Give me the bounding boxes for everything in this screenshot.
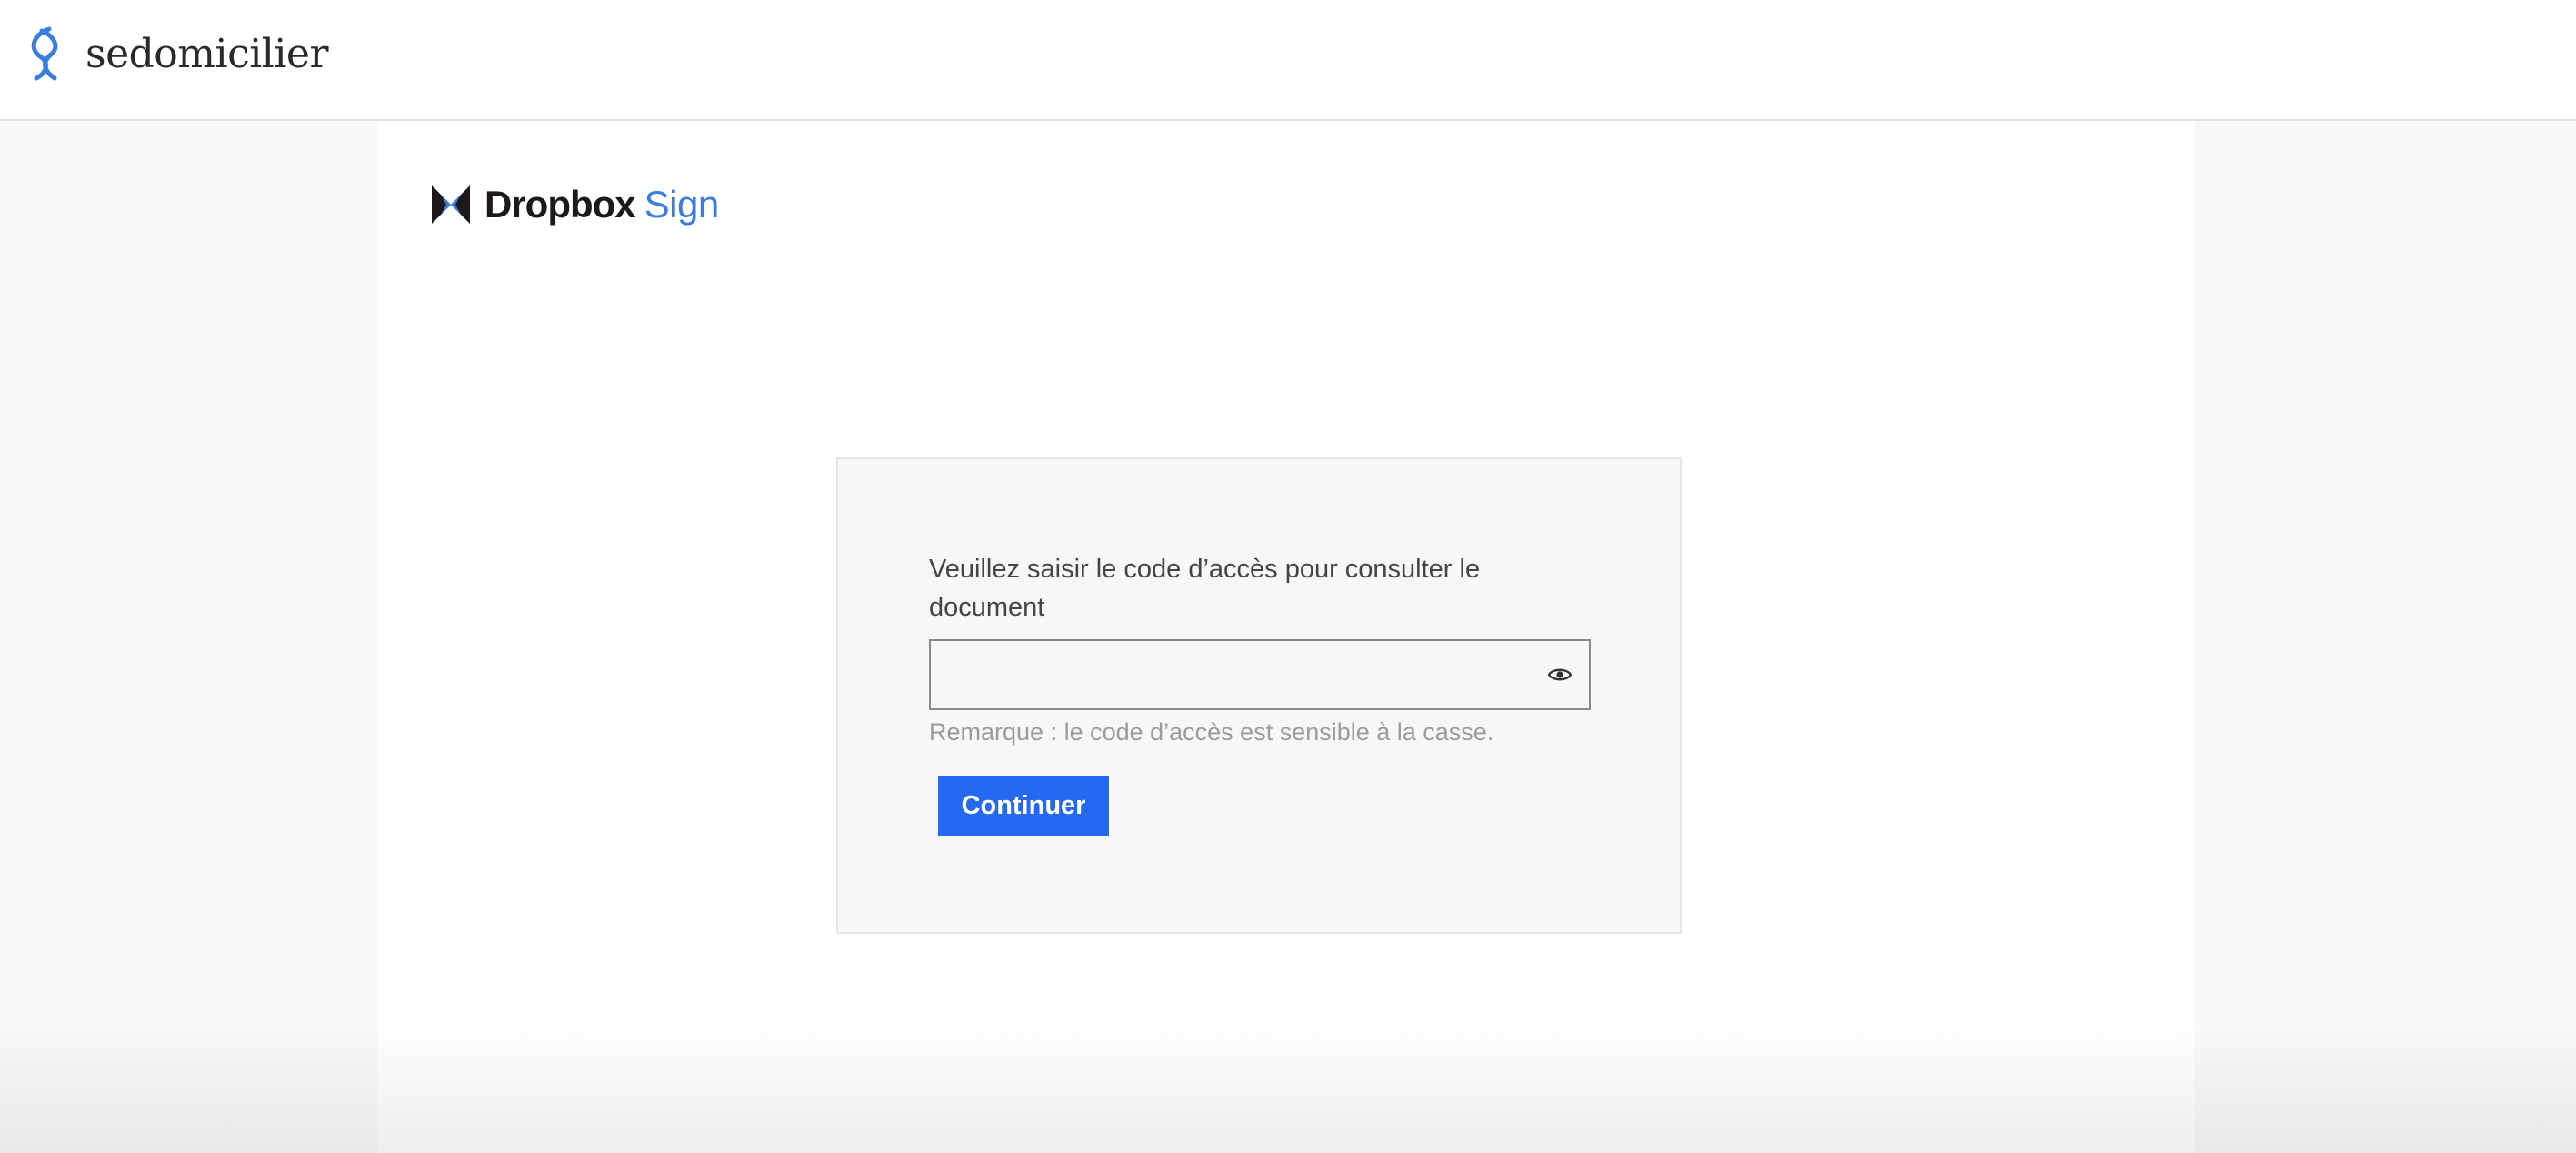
dropbox-sign-logo-icon	[432, 185, 470, 224]
panel-bottom-fade	[377, 1017, 2195, 1153]
dropbox-sign-logo: Dropbox Sign	[432, 179, 719, 230]
show-password-toggle[interactable]	[1543, 658, 1576, 691]
sedomicilier-logo-icon	[31, 26, 58, 81]
dropbox-wordmark: Dropbox	[484, 183, 636, 226]
top-bar: sedomicilier	[0, 0, 2576, 121]
content-panel: Dropbox Sign Veuillez saisir le code d’a…	[377, 121, 2195, 1153]
brand-name: sedomicilier	[85, 31, 329, 77]
access-code-field	[929, 639, 1591, 710]
access-code-input[interactable]	[931, 641, 1513, 708]
sign-wordmark: Sign	[644, 183, 720, 226]
eye-icon	[1548, 668, 1572, 681]
continue-button[interactable]: Continuer	[938, 776, 1109, 836]
case-sensitivity-note: Remarque : le code d’accès est sensible …	[929, 718, 1494, 746]
access-code-prompt: Veuillez saisir le code d’accès pour con…	[929, 555, 1481, 622]
access-code-card: Veuillez saisir le code d’accès pour con…	[836, 457, 1682, 934]
